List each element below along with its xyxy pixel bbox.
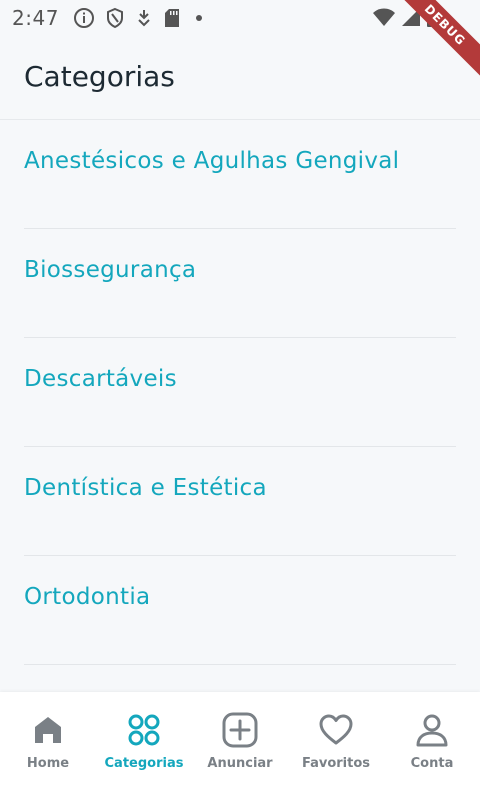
category-item[interactable]: Dentística e Estética	[24, 447, 456, 556]
dot-icon	[191, 8, 207, 28]
category-label: Ortodontia	[24, 584, 151, 610]
download-icon	[135, 8, 153, 28]
category-list: Anestésicos e Agulhas Gengival Biossegur…	[0, 120, 480, 665]
category-item[interactable]: Descartáveis	[24, 338, 456, 447]
page-title: Categorias	[24, 60, 175, 93]
category-item[interactable]: Biossegurança	[24, 229, 456, 338]
nav-label: Favoritos	[301, 756, 371, 771]
status-bar: 2:47 DEBUG	[0, 0, 480, 79]
app-bar: Categorias	[0, 36, 480, 120]
user-icon	[414, 712, 450, 748]
category-label: Dentística e Estética	[24, 475, 267, 501]
sd-card-icon	[163, 8, 181, 28]
nav-label: Anunciar	[207, 756, 273, 771]
category-item[interactable]: Anestésicos e Agulhas Gengival	[24, 120, 456, 229]
nav-label: Categorias	[104, 756, 184, 771]
home-icon	[30, 712, 66, 748]
wifi-icon	[372, 6, 396, 32]
category-label: Biossegurança	[24, 257, 197, 283]
bottom-navigation: Home Categorias Anunciar Favoritos Conta	[0, 692, 480, 800]
status-time: 2:47	[12, 6, 59, 30]
nav-item-home[interactable]: Home	[0, 692, 96, 800]
category-label: Anestésicos e Agulhas Gengival	[24, 148, 400, 174]
add-square-icon	[222, 712, 258, 748]
heart-icon	[318, 712, 354, 748]
category-label: Descartáveis	[24, 366, 177, 392]
nav-label: Conta	[410, 756, 454, 771]
nav-item-categorias[interactable]: Categorias	[96, 692, 192, 800]
nav-item-favoritos[interactable]: Favoritos	[288, 692, 384, 800]
category-item[interactable]: Ortodontia	[24, 556, 456, 665]
nav-label: Home	[26, 756, 70, 771]
info-icon	[73, 7, 95, 29]
nav-item-conta[interactable]: Conta	[384, 692, 480, 800]
shield-icon	[105, 7, 125, 29]
nav-item-anunciar[interactable]: Anunciar	[192, 692, 288, 800]
grid-icon	[126, 712, 162, 748]
